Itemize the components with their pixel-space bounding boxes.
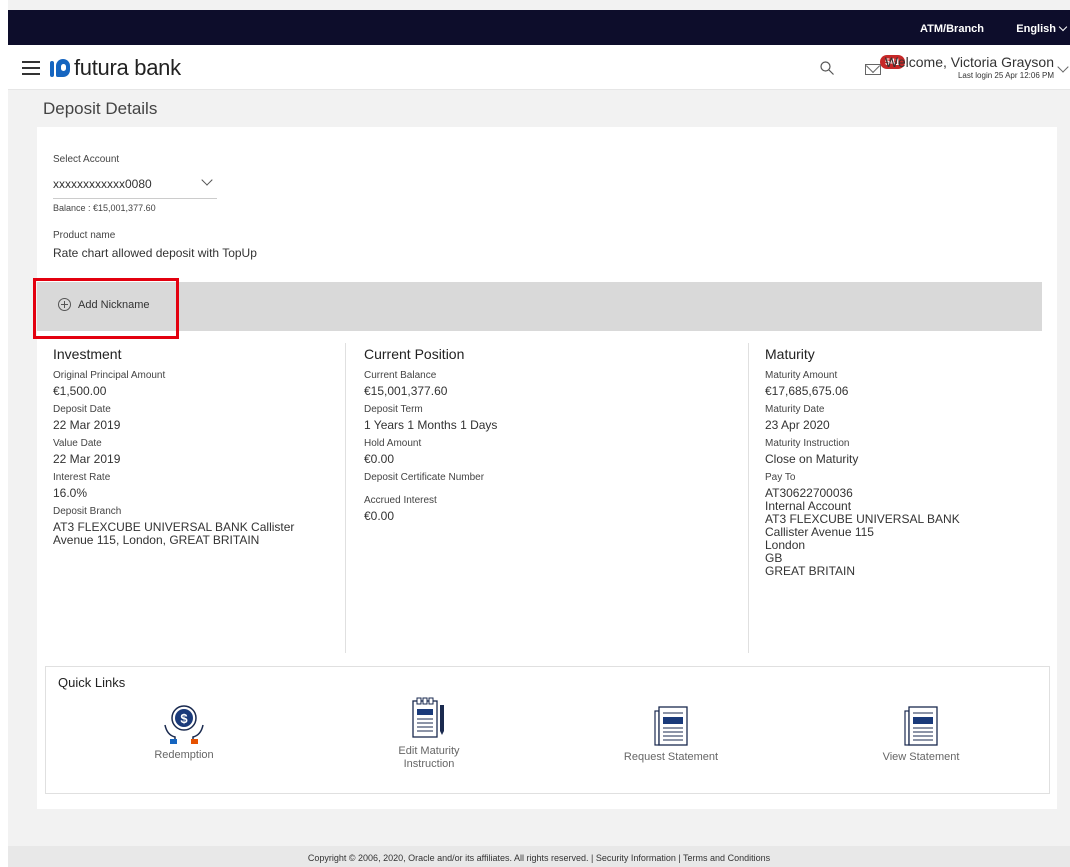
edit-maturity-label: Edit Maturity Instruction (339, 745, 519, 771)
select-account-label: Select Account (53, 154, 120, 165)
hold-amount-value: €0.00 (364, 452, 395, 466)
user-menu[interactable]: Welcome, Victoria Grayson Last login 25 … (885, 54, 1054, 80)
quick-link-request-statement[interactable]: Request Statement (581, 705, 761, 764)
view-statement-icon (904, 706, 938, 746)
welcome-text: Welcome, Victoria Grayson (884, 54, 1054, 70)
pay-to-line: GREAT BRITAIN (765, 564, 856, 578)
quick-link-edit-maturity[interactable]: Edit Maturity Instruction (339, 697, 519, 771)
value-date-value: 22 Mar 2019 (53, 452, 121, 466)
request-statement-label: Request Statement (623, 751, 719, 763)
app-header: futura bank 541 Welcome, Victoria Grayso… (8, 45, 1070, 90)
product-name-label: Product name (53, 230, 116, 241)
logo-icon (50, 57, 70, 79)
current-balance-value: €15,001,377.60 (364, 384, 448, 398)
pay-to-line: Callister Avenue 115 (765, 525, 874, 539)
language-selector[interactable]: English (1016, 22, 1068, 35)
deposit-branch-label: Deposit Branch (53, 506, 122, 517)
left-edge (0, 0, 8, 867)
maturity-instruction-value: Close on Maturity (765, 452, 859, 466)
brand-name: futura bank (74, 55, 181, 80)
brand-logo[interactable]: futura bank (50, 55, 181, 81)
footer: Copyright © 2006, 2020, Oracle and/or it… (8, 846, 1070, 867)
hold-amount-label: Hold Amount (364, 438, 422, 449)
edit-maturity-icon (412, 697, 444, 738)
redemption-icon: $ (164, 705, 204, 744)
value-date-label: Value Date (53, 438, 102, 449)
account-balance: Balance : €15,001,377.60 (53, 203, 156, 213)
selected-account: xxxxxxxxxxxx0080 (53, 177, 152, 191)
quick-links-panel: Quick Links $ Redemption Edit Maturity I… (45, 666, 1050, 794)
product-name-value: Rate chart allowed deposit with TopUp (53, 246, 257, 260)
maturity-amount-label: Maturity Amount (765, 370, 838, 381)
view-statement-label: View Statement (882, 751, 960, 763)
nickname-bar: Add Nickname (37, 282, 1042, 331)
investment-section: Investment Original Principal Amount €1,5… (53, 343, 343, 653)
deposit-term-label: Deposit Term (364, 404, 423, 415)
accrued-interest-label: Accrued Interest (364, 495, 437, 506)
maturity-date-value: 23 Apr 2020 (765, 418, 830, 432)
chevron-down-icon[interactable] (1057, 61, 1069, 73)
top-utility-bar: ATM/Branch English (8, 10, 1070, 45)
edit-maturity-label-line2: Instruction (403, 758, 455, 770)
current-position-section: Current Position Current Balance €15,001,… (345, 343, 747, 653)
atm-branch-link[interactable]: ATM/Branch (920, 23, 984, 35)
request-statement-icon (654, 706, 688, 746)
pay-to-line: London (765, 538, 806, 552)
edit-maturity-label-line1: Edit Maturity (398, 745, 460, 757)
investment-heading: Investment (53, 346, 122, 362)
menu-icon[interactable] (22, 61, 40, 75)
original-principal-label: Original Principal Amount (53, 370, 166, 381)
account-select[interactable]: xxxxxxxxxxxx0080 (53, 173, 217, 199)
maturity-amount-value: €17,685,675.06 (765, 384, 849, 398)
chevron-down-icon (1058, 22, 1068, 32)
accrued-interest-value: €0.00 (364, 509, 395, 523)
deposit-details-card: Select Account xxxxxxxxxxxx0080 Balance … (33, 127, 1057, 809)
redemption-label: Redemption (154, 749, 214, 761)
maturity-heading: Maturity (765, 346, 815, 362)
certificate-number-label: Deposit Certificate Number (364, 472, 485, 483)
quick-link-view-statement[interactable]: View Statement (831, 705, 1011, 764)
deposit-term-value: 1 Years 1 Months 1 Days (364, 418, 498, 432)
chevron-down-icon (201, 174, 213, 186)
current-position-heading: Current Position (364, 346, 465, 362)
search-icon[interactable] (820, 61, 834, 75)
highlight-box (33, 278, 179, 339)
svg-text:$: $ (180, 711, 188, 726)
deposit-date-label: Deposit Date (53, 404, 111, 415)
deposit-date-value: 22 Mar 2019 (53, 418, 121, 432)
mail-icon[interactable] (865, 64, 881, 75)
maturity-instruction-label: Maturity Instruction (765, 438, 850, 449)
page-title: Deposit Details (43, 99, 158, 118)
interest-rate-label: Interest Rate (53, 472, 111, 483)
language-label: English (1016, 23, 1056, 35)
quick-link-redemption[interactable]: $ Redemption (94, 703, 274, 762)
interest-rate-value: 16.0% (53, 486, 88, 500)
original-principal-value: €1,500.00 (53, 384, 107, 398)
current-balance-label: Current Balance (364, 370, 437, 381)
maturity-date-label: Maturity Date (765, 404, 825, 415)
deposit-branch-line: Avenue 115, London, GREAT BRITAIN (53, 533, 260, 547)
pay-to-label: Pay To (765, 472, 796, 483)
maturity-section: Maturity Maturity Amount €17,685,675.06 M… (748, 343, 1048, 653)
quick-links-heading: Quick Links (58, 675, 126, 690)
last-login-text: Last login 25 Apr 12:06 PM (957, 71, 1054, 80)
